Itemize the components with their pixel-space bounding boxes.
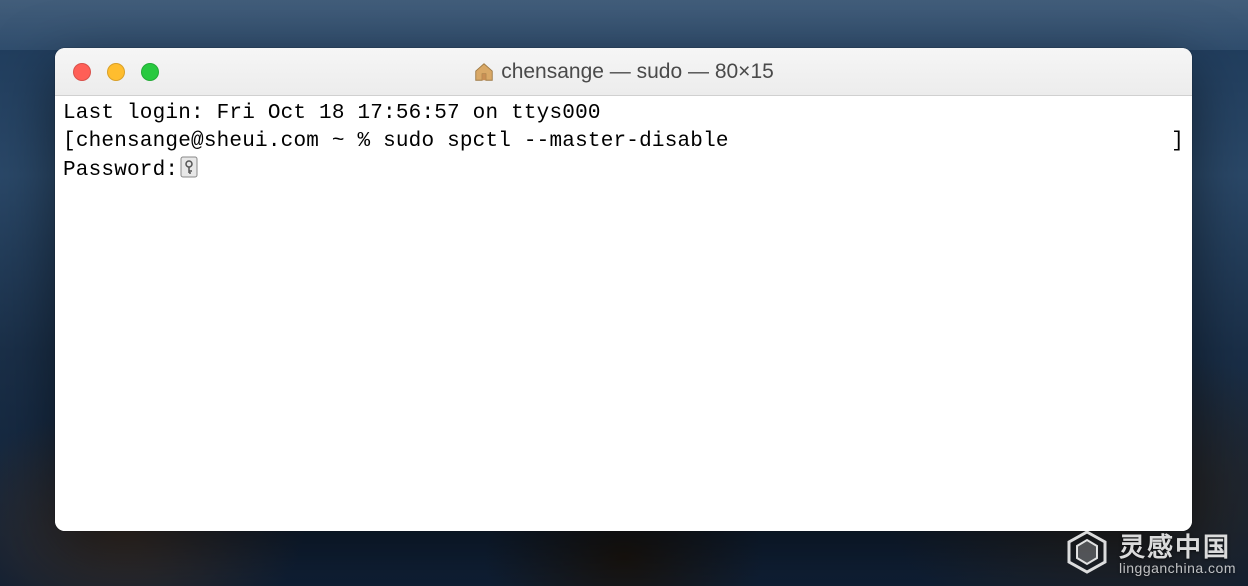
traffic-lights [55, 63, 159, 81]
window-title-text: chensange — sudo — 80×15 [501, 60, 774, 84]
close-button[interactable] [73, 63, 91, 81]
password-line: Password: [63, 156, 1184, 185]
desktop-wallpaper-sky [0, 0, 1248, 50]
window-title: chensange — sudo — 80×15 [55, 60, 1192, 84]
watermark-text: 灵感中国 lingganchina.com [1119, 534, 1236, 576]
watermark-cn: 灵感中国 [1119, 534, 1236, 561]
prompt-user: chensange@sheui.com ~ % [76, 130, 383, 153]
maximize-button[interactable] [141, 63, 159, 81]
watermark: 灵感中国 lingganchina.com [1063, 528, 1236, 576]
terminal-window: chensange — sudo — 80×15 Last login: Fri… [55, 48, 1192, 531]
command-text: sudo spctl --master-disable [383, 130, 729, 153]
home-icon [473, 61, 495, 83]
prompt-bracket-close: ] [1171, 128, 1184, 156]
watermark-logo-icon [1063, 528, 1111, 576]
minimize-button[interactable] [107, 63, 125, 81]
watermark-en: lingganchina.com [1119, 561, 1236, 576]
password-label: Password: [63, 159, 178, 182]
window-titlebar[interactable]: chensange — sudo — 80×15 [55, 48, 1192, 96]
prompt-line: [chensange@sheui.com ~ % sudo spctl --ma… [63, 128, 1184, 156]
key-icon [180, 156, 198, 178]
prompt-bracket-open: [ [63, 130, 76, 153]
terminal-body[interactable]: Last login: Fri Oct 18 17:56:57 on ttys0… [55, 96, 1192, 531]
last-login-line: Last login: Fri Oct 18 17:56:57 on ttys0… [63, 100, 1184, 128]
